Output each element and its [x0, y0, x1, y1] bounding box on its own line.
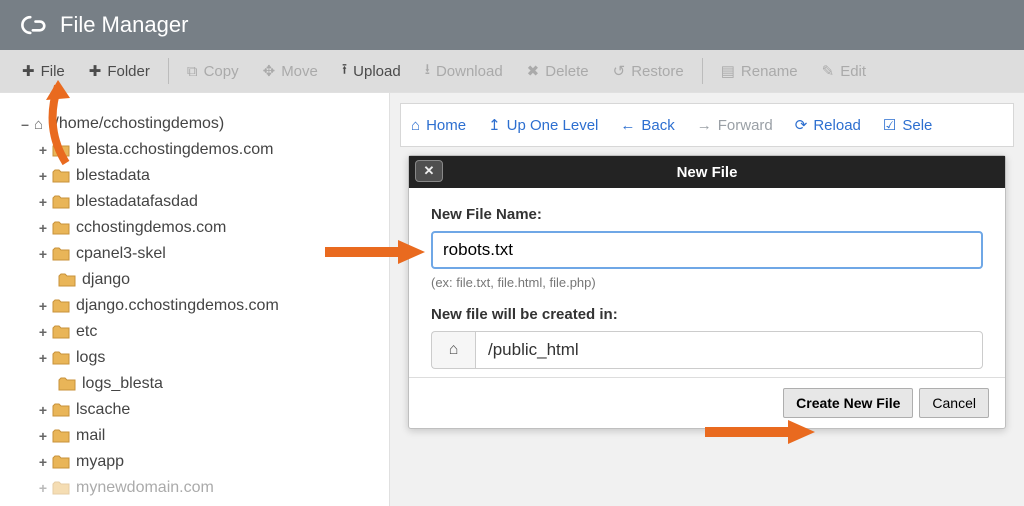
expand-icon[interactable]: + [36, 402, 50, 418]
annotation-arrow [700, 414, 820, 455]
tree-item[interactable]: +etc [18, 319, 389, 345]
nav-select-all-button[interactable]: ☑Sele [883, 116, 932, 134]
expand-icon[interactable]: + [36, 454, 50, 470]
folder-icon [52, 195, 70, 209]
filename-label: New File Name: [431, 206, 983, 223]
folder-icon [52, 403, 70, 417]
app-title: File Manager [60, 12, 188, 38]
folder-icon [52, 247, 70, 261]
folder-icon [58, 273, 76, 287]
copy-button[interactable]: ⧉Copy [175, 59, 251, 84]
copy-icon: ⧉ [187, 63, 198, 80]
nav-up-button[interactable]: ↥Up One Level [488, 116, 598, 134]
expand-icon[interactable]: + [36, 246, 50, 262]
dialog-title-bar: ✕ New File [409, 156, 1005, 188]
toolbar-separator [702, 58, 703, 84]
filename-input[interactable] [431, 231, 983, 269]
tree-item[interactable]: +mail [18, 423, 389, 449]
delete-button[interactable]: ✖Delete [515, 58, 601, 84]
rename-button[interactable]: ▤Rename [709, 58, 810, 84]
path-field[interactable]: /public_html [475, 331, 983, 369]
tree-item[interactable]: +mynewdomain.com [18, 475, 389, 501]
delete-icon: ✖ [527, 62, 540, 80]
annotation-arrow [36, 78, 96, 173]
nav-bar: ⌂Home ↥Up One Level ←Back →Forward ⟳Relo… [400, 103, 1014, 147]
tree-item[interactable]: +myapp [18, 449, 389, 475]
path-label: New file will be created in: [431, 306, 983, 323]
app-header: File Manager [0, 0, 1024, 50]
move-icon: ✥ [263, 62, 276, 80]
plus-icon: ✚ [22, 62, 35, 80]
nav-reload-button[interactable]: ⟳Reload [795, 116, 861, 134]
dialog-close-button[interactable]: ✕ [415, 160, 443, 182]
folder-icon [58, 377, 76, 391]
upload-icon: ⭱ [342, 59, 347, 84]
annotation-arrow [320, 232, 430, 277]
home-icon: ⌂ [411, 117, 420, 134]
reload-icon: ⟳ [795, 116, 808, 134]
folder-icon [52, 325, 70, 339]
tree-item[interactable]: +lscache [18, 397, 389, 423]
check-icon: ☑ [883, 116, 896, 134]
nav-forward-button[interactable]: →Forward [697, 117, 773, 134]
dialog-title: New File [677, 164, 738, 181]
tree-item[interactable]: +logs [18, 345, 389, 371]
toolbar-separator [168, 58, 169, 84]
cpanel-logo-icon [18, 11, 46, 39]
expand-icon[interactable]: + [36, 350, 50, 366]
folder-icon [52, 299, 70, 313]
download-button[interactable]: ⭳Download [413, 55, 515, 88]
nav-back-button[interactable]: ←Back [620, 117, 674, 134]
edit-button[interactable]: ✎Edit [810, 58, 878, 84]
collapse-icon[interactable]: – [18, 116, 32, 132]
restore-icon: ↺ [613, 62, 626, 80]
path-home-button[interactable]: ⌂ [431, 331, 475, 369]
folder-icon [52, 481, 70, 495]
rename-icon: ▤ [721, 62, 735, 80]
folder-icon [52, 221, 70, 235]
expand-icon[interactable]: + [36, 194, 50, 210]
expand-icon[interactable]: + [36, 428, 50, 444]
expand-icon[interactable]: + [36, 324, 50, 340]
home-icon: ⌂ [449, 341, 459, 359]
expand-icon[interactable]: + [36, 480, 50, 496]
folder-icon [52, 455, 70, 469]
right-arrow-icon: → [697, 117, 712, 134]
tree-item[interactable]: logs_blesta [18, 371, 389, 397]
filename-hint: (ex: file.txt, file.html, file.php) [431, 275, 983, 290]
close-icon: ✕ [424, 163, 435, 179]
new-file-dialog: ✕ New File New File Name: (ex: file.txt,… [408, 155, 1006, 429]
restore-button[interactable]: ↺Restore [601, 58, 696, 84]
folder-icon [52, 351, 70, 365]
upload-button[interactable]: ⭱Upload [330, 55, 413, 88]
up-arrow-icon: ↥ [488, 116, 501, 134]
tree-item[interactable]: +django.cchostingdemos.com [18, 293, 389, 319]
cancel-button[interactable]: Cancel [919, 388, 989, 418]
main-toolbar: ✚File ✚Folder ⧉Copy ✥Move ⭱Upload ⭳Downl… [0, 50, 1024, 92]
download-icon: ⭳ [425, 59, 430, 84]
folder-icon [52, 429, 70, 443]
expand-icon[interactable]: + [36, 298, 50, 314]
left-arrow-icon: ← [620, 117, 635, 134]
tree-item[interactable]: +blestadatafasdad [18, 189, 389, 215]
move-button[interactable]: ✥Move [251, 58, 330, 84]
nav-home-button[interactable]: ⌂Home [411, 117, 466, 134]
expand-icon[interactable]: + [36, 220, 50, 236]
edit-icon: ✎ [822, 62, 835, 80]
